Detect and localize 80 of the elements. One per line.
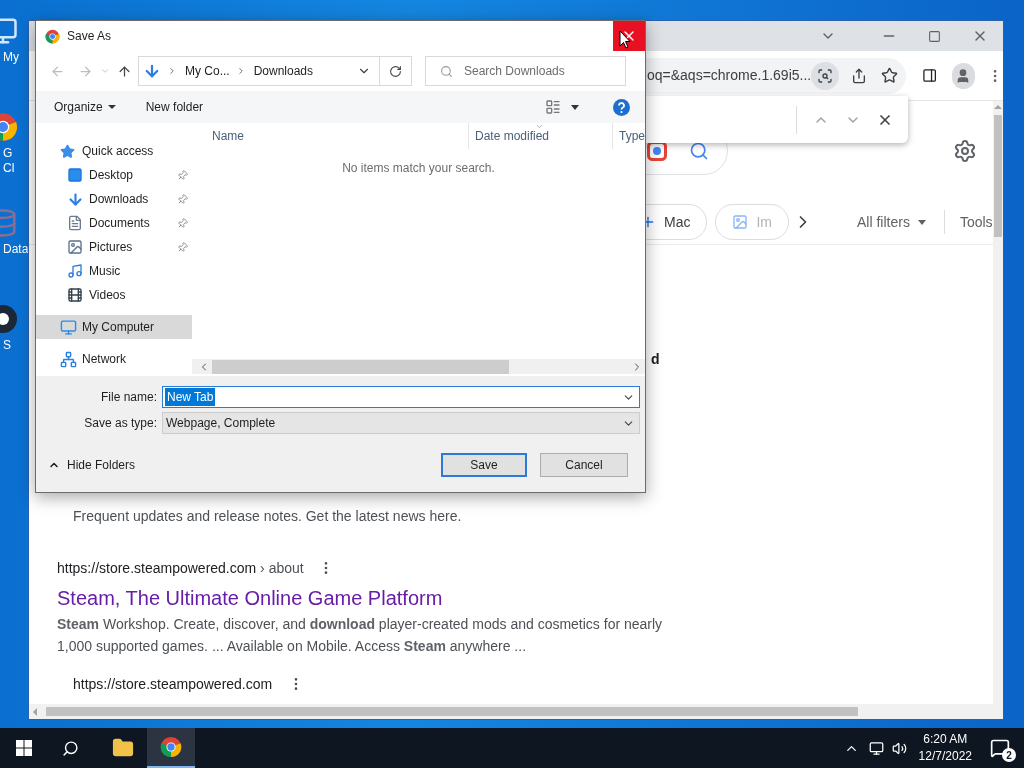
download-arrow-icon bbox=[67, 190, 84, 208]
hide-folders-button[interactable]: Hide Folders bbox=[48, 456, 136, 474]
share-icon[interactable] bbox=[851, 67, 868, 84]
cancel-button[interactable]: Cancel bbox=[540, 453, 628, 477]
search-field[interactable]: Search Downloads bbox=[425, 56, 626, 86]
view-options-icon[interactable] bbox=[545, 99, 561, 115]
lens-icon[interactable] bbox=[817, 67, 834, 84]
empty-message: No items match your search. bbox=[341, 160, 496, 177]
film-icon bbox=[67, 287, 83, 303]
picture-icon bbox=[67, 239, 83, 255]
save-button[interactable]: Save bbox=[441, 453, 527, 477]
desktop-icon-label[interactable]: My bbox=[3, 50, 19, 65]
maximize-icon[interactable] bbox=[928, 29, 941, 43]
save-type-dropdown[interactable]: Webpage, Complete bbox=[162, 412, 640, 434]
result-url: https://store.steampowered.com bbox=[73, 674, 273, 694]
column-header[interactable]: Name bbox=[192, 123, 468, 149]
tools-button[interactable]: Tools bbox=[959, 211, 993, 233]
desktop-icon bbox=[67, 167, 83, 183]
vertical-scrollbar[interactable] bbox=[992, 101, 1003, 704]
notification-count: 2 bbox=[1002, 748, 1016, 762]
nav-item[interactable]: Desktop bbox=[36, 163, 192, 187]
breadcrumb-item[interactable]: Downloads bbox=[253, 62, 314, 80]
download-arrow-icon bbox=[143, 62, 161, 80]
breadcrumb-item[interactable]: My Co... bbox=[185, 62, 230, 80]
help-icon[interactable] bbox=[613, 98, 630, 116]
result-snippet: Frequent updates and release notes. Get the latest news here. bbox=[73, 507, 463, 526]
file-name-field[interactable]: New Tab bbox=[162, 386, 640, 408]
nav-item[interactable]: Network bbox=[36, 347, 192, 371]
text-fragment: d bbox=[651, 350, 661, 369]
nav-item[interactable]: Downloads bbox=[36, 187, 192, 211]
refresh-button[interactable] bbox=[380, 56, 412, 86]
profile-avatar[interactable] bbox=[951, 62, 975, 89]
nav-item[interactable]: My Computer bbox=[36, 315, 192, 339]
start-button[interactable] bbox=[16, 740, 32, 756]
refresh-icon bbox=[389, 64, 402, 78]
desktop-icon-label[interactable]: Data bbox=[3, 242, 29, 257]
network-icon[interactable] bbox=[868, 740, 884, 756]
folder-icon bbox=[112, 737, 134, 759]
column-header[interactable]: Date modified bbox=[468, 123, 612, 149]
document-icon bbox=[67, 215, 83, 231]
chrome-icon bbox=[45, 28, 60, 44]
horizontal-scrollbar[interactable] bbox=[29, 704, 1003, 719]
taskbar-app[interactable] bbox=[147, 728, 195, 768]
result-title-link[interactable]: Steam, The Ultimate Online Game Platform bbox=[57, 585, 677, 611]
chrome-icon bbox=[160, 736, 182, 758]
column-header[interactable]: Type bbox=[612, 123, 645, 149]
desktop-icon-label[interactable]: S bbox=[3, 338, 11, 353]
camera-lens-icon[interactable] bbox=[647, 140, 667, 161]
result-snippet: Steam Workshop. Create, discover, and download player-created mods and cosmetics for nearly 1,000 supported games. ... Available on Mobile. Access Steam anywhere ... bbox=[57, 615, 664, 656]
all-filters-button[interactable]: All filters bbox=[857, 211, 926, 233]
desktop-icon-label[interactable]: G Cl bbox=[3, 146, 15, 176]
settings-icon[interactable] bbox=[952, 138, 977, 163]
nav-item[interactable]: Pictures bbox=[36, 235, 192, 259]
volume-icon[interactable] bbox=[891, 740, 907, 756]
image-icon bbox=[732, 214, 749, 231]
nav-item[interactable]: Music bbox=[36, 259, 192, 283]
result-url: https://store.steampowered.com › about bbox=[57, 558, 304, 578]
file-name-label: File name: bbox=[99, 389, 157, 406]
nav-item[interactable]: Videos bbox=[36, 283, 192, 307]
new-folder-button[interactable]: New folder bbox=[145, 98, 204, 116]
window-title: Save As bbox=[67, 28, 112, 45]
organize-menu[interactable]: Organize bbox=[54, 98, 116, 116]
save-type-label: Save as type: bbox=[83, 415, 157, 432]
search-icon[interactable] bbox=[62, 739, 79, 757]
clock[interactable]: 6:20 AM 12/7/2022 bbox=[918, 731, 972, 765]
side-panel-icon[interactable] bbox=[922, 67, 938, 84]
search-icon bbox=[440, 64, 453, 78]
nav-item[interactable]: Documents bbox=[36, 211, 192, 235]
nav-item[interactable]: Quick access bbox=[36, 139, 192, 163]
sort-icon bbox=[535, 122, 544, 131]
bookmark-star-icon[interactable] bbox=[881, 67, 899, 84]
up-icon[interactable] bbox=[117, 63, 132, 79]
mouse-pointer-icon bbox=[619, 30, 631, 49]
address-bar[interactable]: My Co... Downloads bbox=[138, 56, 380, 86]
computer-icon bbox=[60, 318, 77, 336]
breadcrumb-separator-icon bbox=[167, 66, 177, 76]
music-note-icon bbox=[67, 263, 83, 279]
star-icon bbox=[60, 143, 75, 159]
network-icon bbox=[60, 350, 77, 368]
address-text: oq=&aqs=chrome.1.69i5... bbox=[647, 66, 812, 85]
